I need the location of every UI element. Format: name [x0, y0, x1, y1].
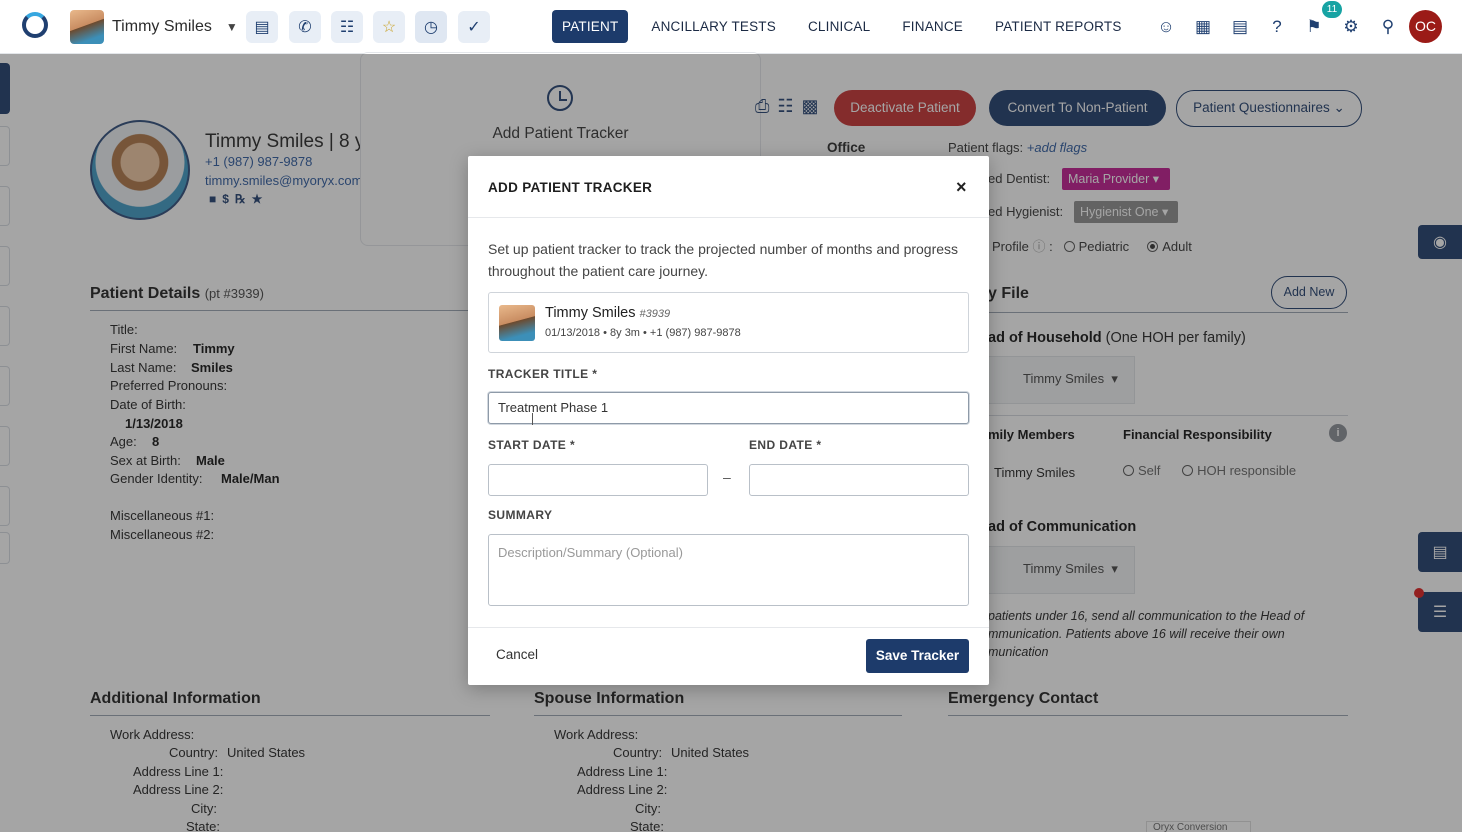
- location-check-icon[interactable]: ✓: [458, 11, 490, 43]
- tracker-title-label: TRACKER TITLE *: [488, 367, 598, 381]
- close-icon[interactable]: ×: [956, 178, 967, 196]
- divider: [468, 627, 989, 628]
- calendar-icon[interactable]: ▦: [1188, 12, 1218, 42]
- tab-ancillary-tests[interactable]: ANCILLARY TESTS: [635, 10, 792, 43]
- text-cursor-icon: [532, 413, 534, 425]
- gear-icon[interactable]: ⚙: [1336, 12, 1366, 42]
- tracker-title-input[interactable]: Treatment Phase 1: [488, 392, 969, 424]
- summary-textarea[interactable]: Description/Summary (Optional): [488, 534, 969, 606]
- main-nav: PATIENT ANCILLARY TESTS CLINICAL FINANCE…: [552, 10, 1138, 43]
- star-icon[interactable]: ☆: [373, 11, 405, 43]
- tab-patient-reports[interactable]: PATIENT REPORTS: [979, 10, 1138, 43]
- patient-card-name: Timmy Smiles: [545, 305, 636, 321]
- patient-avatar: [499, 305, 535, 341]
- save-tracker-button[interactable]: Save Tracker: [866, 639, 969, 673]
- modal-description: Set up patient tracker to track the proj…: [488, 241, 959, 279]
- announcements-icon[interactable]: ⚑: [1299, 12, 1329, 42]
- family-icon[interactable]: ☺: [1151, 12, 1181, 42]
- start-date-input[interactable]: [488, 464, 708, 496]
- user-avatar[interactable]: OC: [1409, 10, 1442, 43]
- patient-selector[interactable]: Timmy Smiles ▼: [70, 10, 238, 44]
- patient-card-name-row: Timmy Smiles #3939: [545, 305, 670, 321]
- messages-icon[interactable]: ▤: [246, 11, 278, 43]
- patient-summary-card: Timmy Smiles #3939 01/13/2018 • 8y 3m • +…: [488, 292, 969, 353]
- patient-selector-name: Timmy Smiles: [112, 18, 212, 35]
- patient-card-meta: 01/13/2018 • 8y 3m • +1 (987) 987-9878: [545, 327, 741, 339]
- top-bar: Timmy Smiles ▼ ▤ ✆ ☷ ☆ ◷ ✓ PATIENT ANCIL…: [0, 0, 1462, 54]
- tab-finance[interactable]: FINANCE: [886, 10, 979, 43]
- schedule-icon[interactable]: ▤: [1225, 12, 1255, 42]
- help-icon[interactable]: ?: [1262, 12, 1292, 42]
- tab-clinical[interactable]: CLINICAL: [792, 10, 886, 43]
- end-date-label: END DATE *: [749, 438, 822, 452]
- divider: [468, 217, 989, 218]
- patient-card-id: #3939: [639, 308, 671, 320]
- summary-label: SUMMARY: [488, 508, 553, 522]
- cancel-button[interactable]: Cancel: [496, 647, 538, 662]
- start-date-label: START DATE *: [488, 438, 576, 452]
- date-separator: –: [723, 469, 731, 485]
- app-logo[interactable]: [22, 12, 48, 38]
- add-patient-tracker-modal: ADD PATIENT TRACKER × Set up patient tra…: [468, 156, 989, 685]
- location-pin-icon[interactable]: ⚲: [1373, 12, 1403, 42]
- patient-avatar: [70, 10, 104, 44]
- phone-icon[interactable]: ✆: [289, 11, 321, 43]
- tab-patient[interactable]: PATIENT: [552, 10, 629, 43]
- end-date-input[interactable]: [749, 464, 969, 496]
- chevron-down-icon: ▼: [225, 20, 238, 34]
- tracker-clock-icon[interactable]: ◷: [415, 11, 447, 43]
- document-icon[interactable]: ☷: [331, 11, 363, 43]
- modal-title: ADD PATIENT TRACKER: [488, 180, 653, 195]
